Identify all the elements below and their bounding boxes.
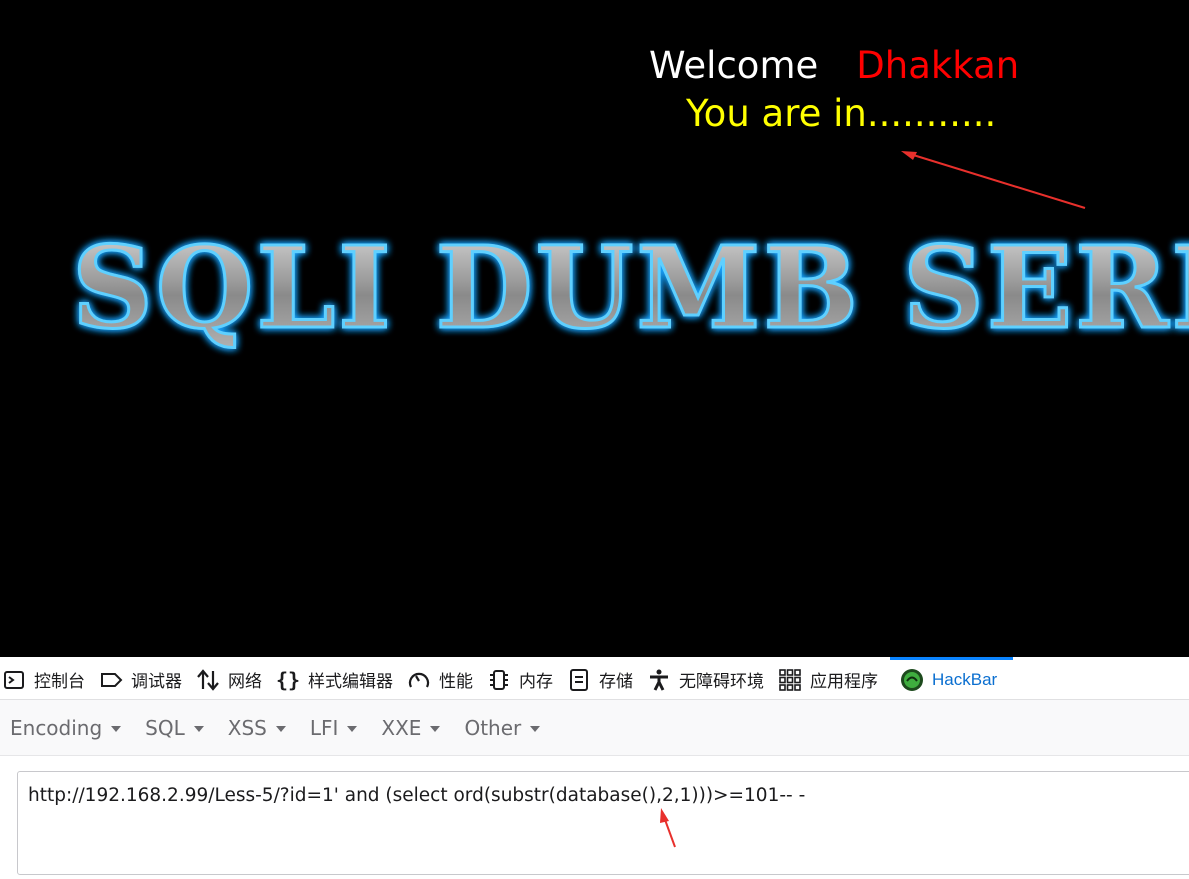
devtools-panel: 控制台 调试器 网络 {} 样式编辑器 性能 内存 存储 无障碍环境 应用程序 … bbox=[0, 657, 1189, 879]
tab-application[interactable]: 应用程序 bbox=[776, 657, 890, 699]
tab-storage[interactable]: 存储 bbox=[565, 657, 645, 699]
chevron-down-icon bbox=[111, 725, 122, 732]
tab-console[interactable]: 控制台 bbox=[0, 657, 97, 699]
menu-label: SQL bbox=[145, 715, 185, 740]
hackbar-url-input[interactable]: http://192.168.2.99/Less-5/?id=1' and (s… bbox=[17, 771, 1189, 875]
console-icon bbox=[2, 668, 26, 692]
url-text: http://192.168.2.99/Less-5/?id=1' and (s… bbox=[28, 785, 806, 806]
menu-label: LFI bbox=[309, 715, 339, 740]
tab-label: 性能 bbox=[439, 672, 473, 691]
menu-label: Other bbox=[464, 715, 522, 740]
tab-label: 内存 bbox=[519, 672, 553, 691]
tab-hackbar[interactable]: HackBar bbox=[890, 657, 1014, 699]
tab-label: 存储 bbox=[599, 672, 633, 691]
tab-label: 调试器 bbox=[131, 672, 182, 691]
accessibility-icon bbox=[647, 668, 671, 692]
performance-icon bbox=[407, 668, 431, 692]
tab-label: 样式编辑器 bbox=[308, 672, 393, 691]
chevron-down-icon bbox=[430, 725, 441, 732]
menu-label: XSS bbox=[227, 715, 267, 740]
memory-icon bbox=[487, 668, 511, 692]
encoding-menu[interactable]: Encoding bbox=[10, 715, 122, 740]
hackbar-toolbar: Encoding SQL XSS LFI XXE Other bbox=[0, 700, 1189, 756]
style-editor-icon: {} bbox=[275, 667, 301, 692]
devtools-tab-bar: 控制台 调试器 网络 {} 样式编辑器 性能 内存 存储 无障碍环境 应用程序 … bbox=[0, 657, 1189, 700]
xss-menu[interactable]: XSS bbox=[228, 716, 286, 740]
sql-menu[interactable]: SQL bbox=[145, 716, 204, 740]
network-icon bbox=[196, 668, 220, 692]
chevron-down-icon bbox=[347, 725, 358, 732]
tab-label: 应用程序 bbox=[810, 672, 878, 691]
tab-label: 控制台 bbox=[34, 672, 85, 691]
lfi-menu[interactable]: LFI bbox=[310, 716, 358, 740]
other-menu[interactable]: Other bbox=[464, 715, 541, 740]
application-icon bbox=[778, 668, 802, 692]
tab-style-editor[interactable]: {} 样式编辑器 bbox=[274, 657, 405, 699]
tab-label: 无障碍环境 bbox=[679, 672, 764, 691]
chevron-down-icon bbox=[530, 725, 541, 732]
debugger-icon bbox=[99, 668, 123, 692]
tab-label: HackBar bbox=[932, 669, 998, 689]
chevron-down-icon bbox=[275, 725, 286, 732]
storage-icon bbox=[567, 668, 591, 692]
tab-performance[interactable]: 性能 bbox=[405, 657, 485, 699]
tab-network[interactable]: 网络 bbox=[194, 657, 274, 699]
chevron-down-icon bbox=[193, 725, 204, 732]
menu-label: Encoding bbox=[10, 715, 103, 740]
tab-accessibility[interactable]: 无障碍环境 bbox=[645, 657, 776, 699]
webpage-viewport: Welcome Dhakkan You are in........... SQL… bbox=[0, 0, 1189, 657]
menu-label: XXE bbox=[381, 715, 422, 740]
hackbar-icon bbox=[900, 668, 924, 692]
annotation-arrow-top bbox=[901, 151, 1086, 209]
tab-memory[interactable]: 内存 bbox=[485, 657, 565, 699]
tab-debugger[interactable]: 调试器 bbox=[97, 657, 194, 699]
xxe-menu[interactable]: XXE bbox=[381, 715, 441, 740]
tab-label: 网络 bbox=[228, 672, 262, 691]
